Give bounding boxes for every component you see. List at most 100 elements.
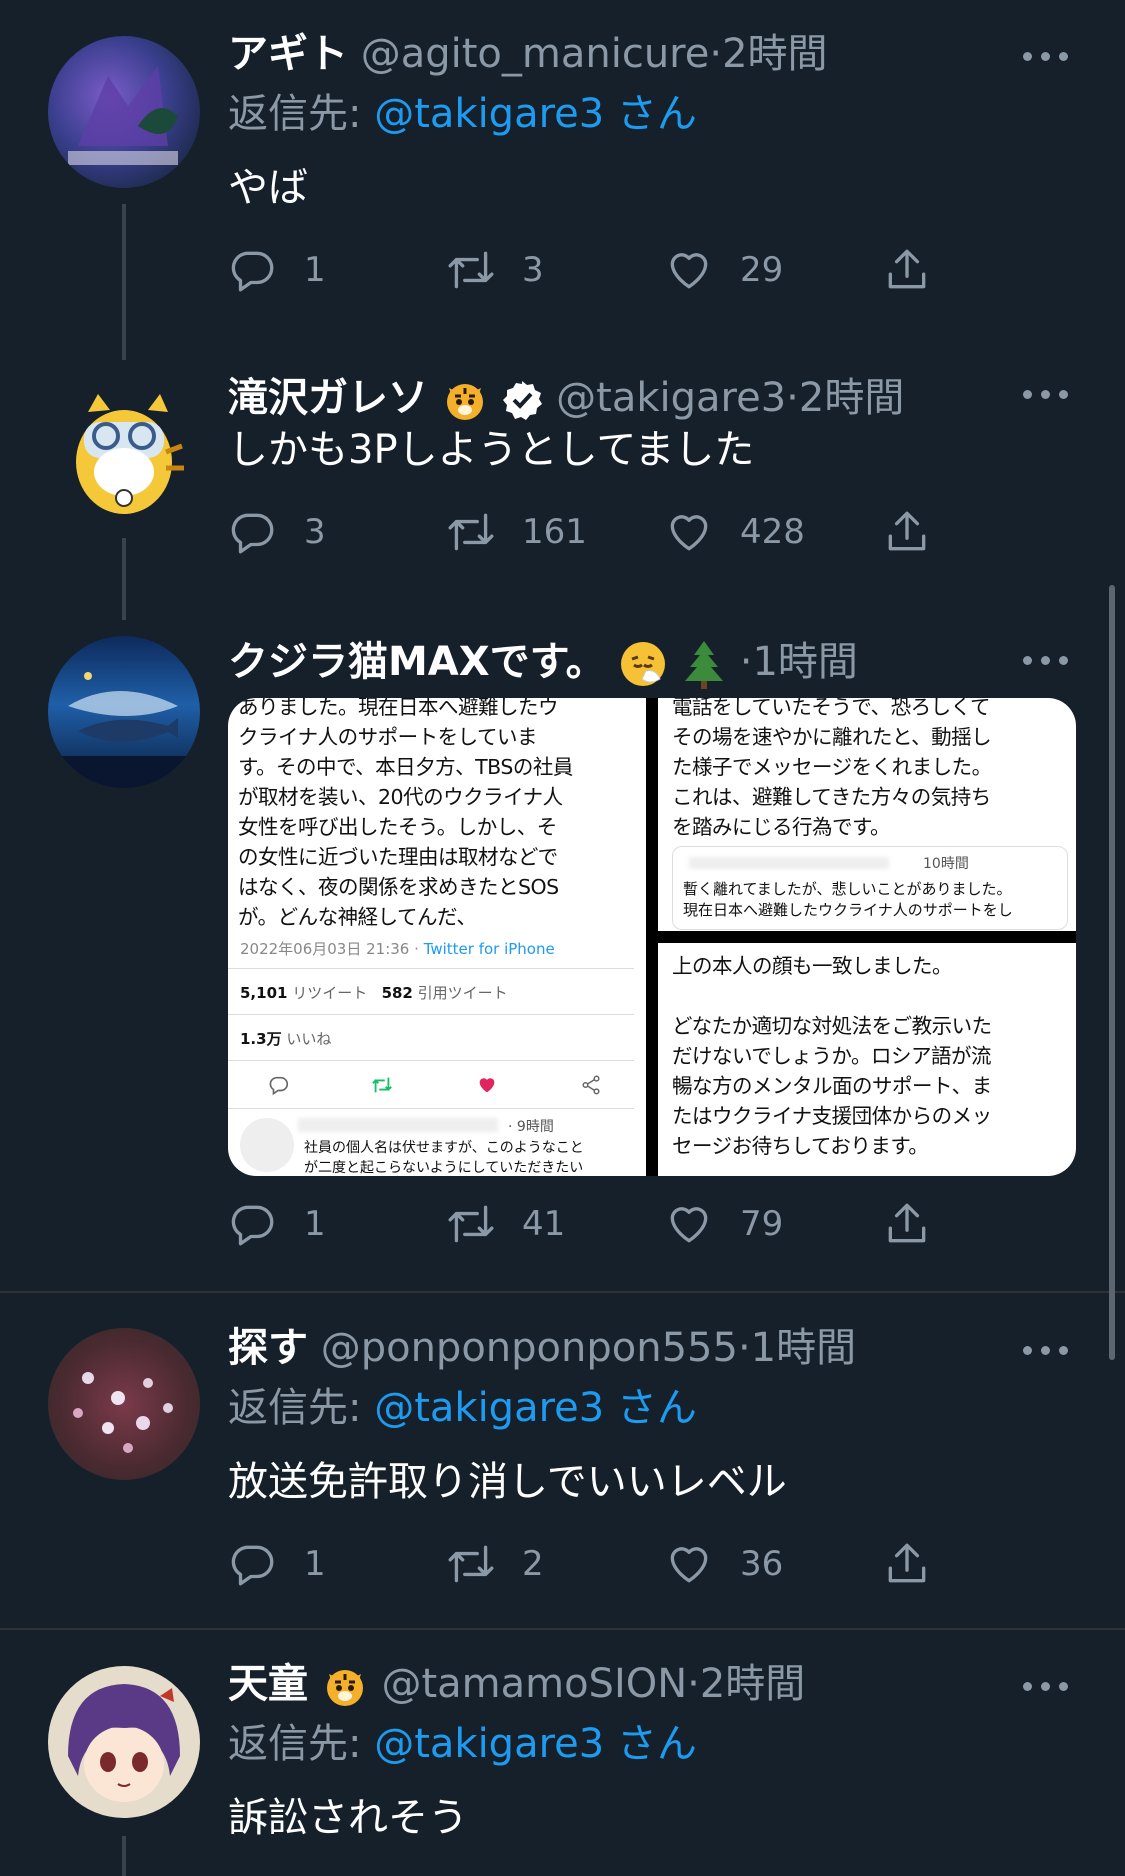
flower-avatar-icon bbox=[73, 1372, 173, 1453]
display-name[interactable]: 滝沢ガレソ bbox=[228, 375, 428, 421]
mention-link[interactable]: @takigare3 bbox=[374, 1385, 604, 1431]
thread-line bbox=[122, 1836, 126, 1876]
more-icon[interactable] bbox=[1023, 636, 1069, 682]
retweet-button[interactable]: 161 bbox=[446, 502, 587, 562]
reply-label: 返信先: bbox=[228, 1721, 362, 1767]
username[interactable]: @ponponponpon555 bbox=[321, 1325, 738, 1371]
timestamp[interactable]: 1時間 bbox=[751, 1325, 856, 1371]
reply-button[interactable]: 1 bbox=[228, 1194, 326, 1254]
display-name[interactable]: 探す bbox=[228, 1325, 308, 1371]
retweet-icon bbox=[446, 507, 496, 557]
retweet-icon bbox=[446, 245, 496, 295]
screenshot-text-line: クライナ人のサポートをしていま bbox=[238, 725, 537, 749]
reply-count: 3 bbox=[304, 512, 326, 552]
screenshot-text-line: ありました。現在日本へ避難したウ bbox=[238, 698, 558, 719]
action-bar: 1 3 29 bbox=[228, 240, 948, 300]
separator-dot: · bbox=[687, 1661, 700, 1707]
media-image-3[interactable]: 上の本人の顔も一致しました。 どなたか適切な対処法をご教示いた だけないでしょう… bbox=[658, 943, 1076, 1176]
screenshot-text-line bbox=[672, 981, 992, 1011]
reply-button[interactable]: 3 bbox=[228, 502, 326, 562]
reply-icon bbox=[228, 1199, 278, 1249]
screenshot-date: 2022年06月03日 21:36 · bbox=[240, 940, 424, 958]
tiger-face-icon bbox=[446, 384, 483, 420]
like-icon bbox=[664, 245, 714, 295]
mention-link[interactable]: @takigare3 bbox=[374, 91, 604, 137]
retweet-icon bbox=[446, 1539, 496, 1589]
more-icon[interactable] bbox=[1023, 370, 1069, 416]
timestamp[interactable]: 2時間 bbox=[722, 31, 827, 77]
avatar[interactable] bbox=[48, 372, 200, 524]
screenshot-like-label: いいね bbox=[286, 1030, 332, 1048]
tweet[interactable]: 天童 @tamamoSION·2時間 返信先: @takigare3 さん 訴訟… bbox=[0, 1630, 1125, 1876]
media-grid: ありました。現在日本へ避難したウ クライナ人のサポートをしていま す。その中で、… bbox=[228, 698, 1076, 1176]
screenshot-via: Twitter for iPhone bbox=[423, 940, 555, 958]
tweet[interactable]: 滝沢ガレソ @takigare3·2時間 しかも3Pしようとしてました 3 16… bbox=[0, 360, 1125, 620]
timestamp[interactable]: 1時間 bbox=[752, 639, 857, 685]
reply-icon bbox=[228, 507, 278, 557]
tweet[interactable]: 探す @ponponponpon555·1時間 返信先: @takigare3 … bbox=[0, 1294, 1125, 1628]
screenshot-text-line: これは、避難してきた方々の気持ち bbox=[672, 785, 991, 809]
username[interactable]: @agito_manicure bbox=[361, 31, 710, 77]
tweet-header: アギト @agito_manicure·2時間 bbox=[228, 24, 1025, 84]
username[interactable]: @tamamoSION bbox=[381, 1661, 687, 1707]
separator-dot: · bbox=[739, 639, 753, 685]
media-image-2[interactable]: 電話をしていたそうで、恐ろしくて その場を速やかに離れたと、動揺し た様子でメッ… bbox=[658, 698, 1076, 931]
mention-suffix: さん bbox=[616, 91, 697, 137]
screenshot-share-icon bbox=[582, 1075, 600, 1095]
screenshot-reply-time: · 9時間 bbox=[508, 1119, 554, 1135]
tweet-header: 滝沢ガレソ @takigare3·2時間 bbox=[228, 368, 1025, 428]
screenshot-text-line: セージお待ちしております。 bbox=[672, 1134, 929, 1158]
avatar[interactable] bbox=[48, 1328, 200, 1480]
reply-button[interactable]: 1 bbox=[228, 1534, 326, 1594]
display-name[interactable]: アギト bbox=[228, 31, 348, 77]
action-bar: 1 2 36 bbox=[228, 1534, 948, 1594]
reply-context: 返信先: @takigare3 さん bbox=[228, 86, 697, 142]
tweet-header: 探す @ponponponpon555·1時間 bbox=[228, 1318, 1025, 1378]
more-icon[interactable] bbox=[1023, 1326, 1069, 1372]
like-button[interactable]: 79 bbox=[664, 1194, 783, 1254]
thread-line bbox=[122, 538, 126, 620]
reply-icon bbox=[228, 1539, 278, 1589]
avatar[interactable] bbox=[48, 36, 200, 188]
more-icon[interactable] bbox=[1023, 1662, 1069, 1708]
separator-dot: · bbox=[786, 375, 799, 421]
like-button[interactable]: 29 bbox=[664, 240, 783, 300]
reply-icon bbox=[228, 245, 278, 295]
share-button[interactable] bbox=[882, 240, 958, 300]
share-button[interactable] bbox=[882, 1194, 958, 1254]
username[interactable]: @takigare3 bbox=[556, 375, 786, 421]
mention-link[interactable]: @takigare3 bbox=[374, 1721, 604, 1767]
retweet-count: 2 bbox=[522, 1544, 544, 1584]
share-button[interactable] bbox=[882, 502, 958, 562]
avatar[interactable] bbox=[48, 636, 200, 788]
more-icon[interactable] bbox=[1023, 32, 1069, 78]
media-image-1[interactable]: ありました。現在日本へ避難したウ クライナ人のサポートをしていま す。その中で、… bbox=[228, 698, 646, 1176]
retweet-button[interactable]: 41 bbox=[446, 1194, 565, 1254]
screenshot-text-line: た様子でメッセージをくれました。 bbox=[672, 755, 992, 779]
like-button[interactable]: 36 bbox=[664, 1534, 783, 1594]
divider bbox=[228, 1108, 634, 1109]
avatar[interactable] bbox=[48, 1666, 200, 1818]
evergreen-tree-icon bbox=[685, 641, 724, 689]
retweet-count: 41 bbox=[522, 1204, 566, 1244]
retweet-button[interactable]: 3 bbox=[446, 240, 544, 300]
share-button[interactable] bbox=[882, 1534, 958, 1594]
display-name[interactable]: クジラ猫MAXです。 bbox=[228, 639, 606, 685]
like-count: 36 bbox=[740, 1544, 784, 1584]
share-icon bbox=[882, 507, 932, 557]
scrollbar[interactable] bbox=[1109, 585, 1115, 1360]
timestamp[interactable]: 2時間 bbox=[700, 1661, 805, 1707]
share-icon bbox=[882, 1199, 932, 1249]
timestamp[interactable]: 2時間 bbox=[799, 375, 904, 421]
tweet[interactable]: クジラ猫MAXです。 ·1時間 ありました。現在日本へ避難したウ クライナ人のサ… bbox=[0, 620, 1125, 1290]
reply-count: 1 bbox=[304, 1544, 326, 1584]
screenshot-text-line: が取材を装い、20代のウクライナ人 bbox=[238, 785, 563, 809]
tweet[interactable]: アギト @agito_manicure·2時間 返信先: @takigare3 … bbox=[0, 0, 1125, 360]
action-bar: 1 41 79 bbox=[228, 1194, 948, 1254]
retweet-button[interactable]: 2 bbox=[446, 1534, 544, 1594]
tweet-text: しかも3Pしようとしてました bbox=[228, 427, 755, 473]
reply-button[interactable]: 1 bbox=[228, 240, 326, 300]
like-button[interactable]: 428 bbox=[664, 502, 805, 562]
display-name[interactable]: 天童 bbox=[228, 1661, 308, 1707]
retweet-count: 161 bbox=[522, 512, 587, 552]
